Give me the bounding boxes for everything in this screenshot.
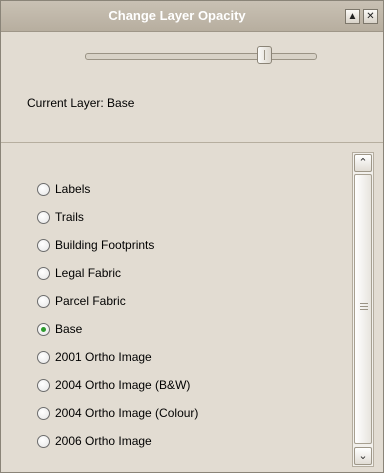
radio-button[interactable] bbox=[37, 182, 50, 196]
layer-label: Labels bbox=[55, 182, 91, 196]
triangle-up-icon: ▲ bbox=[347, 11, 358, 22]
grip-icon bbox=[360, 303, 368, 310]
opacity-slider-thumb[interactable] bbox=[256, 46, 272, 64]
radio-button[interactable] bbox=[37, 406, 50, 420]
layer-label: Parcel Fabric bbox=[55, 294, 126, 308]
radio-button[interactable] bbox=[37, 434, 50, 448]
layer-list: Labels Trails Building Footprints Legal … bbox=[1, 143, 383, 473]
opacity-section: Current Layer: Base bbox=[1, 32, 383, 143]
radio-button[interactable] bbox=[37, 378, 50, 392]
layer-label: Trails bbox=[55, 210, 84, 224]
title-bar[interactable]: Change Layer Opacity ▲ ✕ bbox=[1, 1, 383, 32]
chevron-up-icon: ⌃ bbox=[358, 157, 368, 169]
layer-label: 2004 Ortho Image (B&W) bbox=[55, 378, 191, 392]
radio-button-selected[interactable] bbox=[37, 322, 50, 336]
radio-button[interactable] bbox=[37, 238, 50, 252]
collapse-button[interactable]: ▲ bbox=[345, 9, 360, 24]
opacity-slider-track[interactable] bbox=[85, 53, 317, 60]
radio-button[interactable] bbox=[37, 294, 50, 308]
layer-label: 2006 Ortho Image bbox=[55, 434, 152, 448]
layer-label: 2004 Ortho Image (Colour) bbox=[55, 406, 199, 420]
radio-button[interactable] bbox=[37, 266, 50, 280]
layer-item-2001-ortho[interactable]: 2001 Ortho Image bbox=[37, 348, 152, 366]
layer-item-trails[interactable]: Trails bbox=[37, 208, 84, 226]
chevron-down-icon: ⌄ bbox=[358, 450, 368, 462]
radio-button[interactable] bbox=[37, 350, 50, 364]
layer-item-legal-fabric[interactable]: Legal Fabric bbox=[37, 264, 121, 282]
layer-item-2004-ortho-bw[interactable]: 2004 Ortho Image (B&W) bbox=[37, 376, 190, 394]
layer-opacity-panel: Change Layer Opacity ▲ ✕ Current Layer: … bbox=[0, 0, 384, 473]
layer-item-building-footprints[interactable]: Building Footprints bbox=[37, 236, 154, 254]
scroll-down-button[interactable]: ⌄ bbox=[354, 447, 372, 465]
scroll-up-button[interactable]: ⌃ bbox=[354, 154, 372, 172]
close-button[interactable]: ✕ bbox=[363, 9, 378, 24]
layer-label: Building Footprints bbox=[55, 238, 155, 252]
layer-item-2004-ortho-colour[interactable]: 2004 Ortho Image (Colour) bbox=[37, 404, 198, 422]
layer-label: Legal Fabric bbox=[55, 266, 122, 280]
layer-label: Base bbox=[55, 322, 83, 336]
current-layer-label: Current Layer: Base bbox=[27, 96, 135, 110]
layer-item-2006-ortho[interactable]: 2006 Ortho Image bbox=[37, 432, 152, 450]
scrollbar-thumb[interactable] bbox=[354, 174, 372, 444]
layer-item-parcel-fabric[interactable]: Parcel Fabric bbox=[37, 292, 126, 310]
panel-title: Change Layer Opacity bbox=[108, 8, 246, 23]
layer-item-labels[interactable]: Labels bbox=[37, 180, 90, 198]
radio-button[interactable] bbox=[37, 210, 50, 224]
layer-item-base[interactable]: Base bbox=[37, 320, 82, 338]
layer-list-scrollbar[interactable]: ⌃ ⌄ bbox=[352, 152, 374, 467]
layer-label: 2001 Ortho Image bbox=[55, 350, 152, 364]
close-icon: ✕ bbox=[366, 11, 375, 22]
